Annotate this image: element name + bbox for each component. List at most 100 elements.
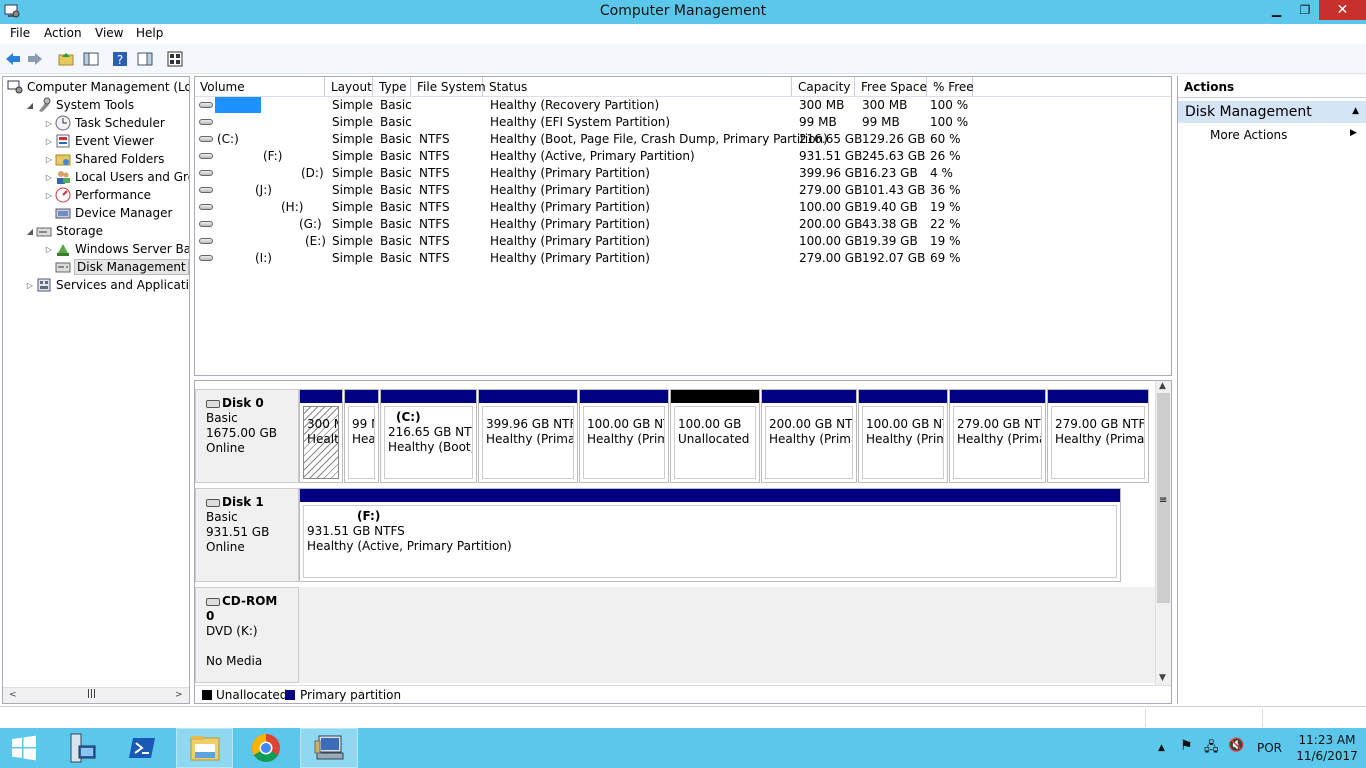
tree-item-storage[interactable]: ◢ Storage — [24, 222, 103, 240]
volume-row[interactable]: (H:) Simple Basic NTFS Healthy (Primary Part… — [195, 199, 1171, 216]
clock[interactable]: 11:23 AM 11/6/2017 — [1292, 732, 1362, 764]
forward-icon[interactable] — [26, 50, 44, 68]
menu-help[interactable]: Help — [136, 26, 163, 40]
taskbar-computer-management[interactable] — [300, 728, 358, 768]
column-volume[interactable]: Volume — [195, 77, 325, 96]
tree-item-computer-management-local[interactable]: Computer Management (Local — [5, 78, 189, 96]
partition-block[interactable]: 399.96 GB NTFSHealthy (Primary — [478, 389, 578, 483]
taskbar-chrome[interactable] — [237, 728, 295, 768]
partition-block[interactable]: 100.00 GB NTFHealthy (Prima — [579, 389, 669, 483]
show-hidden-icons-icon[interactable]: ▲ — [1158, 743, 1165, 753]
partition-block[interactable]: 300 MHealt — [299, 389, 343, 483]
close-button[interactable]: ✕ — [1319, 0, 1366, 20]
tree-item-performance[interactable]: ▷ Performance — [43, 186, 151, 204]
volume-row[interactable]: Simple Basic Healthy (Recovery Partition) 3… — [195, 97, 1171, 114]
tree-item-device-manager[interactable]: Device Manager — [43, 204, 172, 222]
disk-label[interactable]: CD-ROM 0 DVD (K:) No Media — [195, 587, 299, 683]
partition-block[interactable]: (F:) 931.51 GB NTFS Healthy (Active, Prima… — [299, 488, 1121, 582]
maximize-button[interactable]: ❐ — [1292, 0, 1318, 20]
partition-size: 216.65 GB NTFS — [388, 425, 472, 439]
collapsed-arrow-icon[interactable]: ▷ — [43, 191, 55, 200]
submenu-arrow-icon[interactable]: ▶ — [1350, 128, 1357, 138]
action-center-flag-icon[interactable]: ⚑ — [1180, 738, 1193, 754]
tree-item-event-viewer[interactable]: ▷ Event Viewer — [43, 132, 154, 150]
column-capacity[interactable]: Capacity — [793, 77, 855, 96]
menu-action[interactable]: Action — [44, 26, 82, 40]
column-status[interactable]: Status — [484, 77, 792, 96]
column-free-space[interactable]: Free Space — [856, 77, 927, 96]
volume-row[interactable]: (E:) Simple Basic NTFS Healthy (Primary Part… — [195, 233, 1171, 250]
tree-item-task-scheduler[interactable]: ▷ Task Scheduler — [43, 114, 165, 132]
up-folder-icon[interactable] — [57, 50, 75, 68]
network-icon[interactable]: 🖧 — [1204, 738, 1219, 760]
disk-view-vertical-scrollbar[interactable]: ▲ ≡ ▼ — [1155, 381, 1171, 687]
cell-volume: (D:) — [301, 166, 324, 180]
scroll-up-icon[interactable]: ▲ — [1159, 381, 1166, 391]
status-divider — [1145, 709, 1146, 727]
volume-row[interactable]: (D:) Simple Basic NTFS Healthy (Primary Part… — [195, 165, 1171, 182]
help-icon[interactable]: ? — [111, 50, 129, 68]
collapsed-arrow-icon[interactable]: ▷ — [43, 173, 55, 182]
properties-icon[interactable] — [166, 50, 184, 68]
show-hide-action-pane-icon[interactable] — [136, 50, 154, 68]
partition-block[interactable]: 100.00 GB Unallocated — [670, 389, 760, 483]
partition-block[interactable]: 279.00 GB NTFSHealthy (Primary — [1047, 389, 1149, 483]
volume-row[interactable]: (F:) Simple Basic NTFS Healthy (Active, Prim… — [195, 148, 1171, 165]
action-more-actions[interactable]: More Actions — [1210, 128, 1287, 142]
collapsed-arrow-icon[interactable]: ▷ — [24, 281, 36, 290]
tree-item-windows-server-backup[interactable]: ▷ Windows Server Backup — [43, 240, 189, 258]
computer-management-icon — [7, 80, 23, 94]
menu-file[interactable]: File — [10, 26, 30, 40]
taskbar-powershell[interactable] — [114, 728, 170, 768]
collapsed-arrow-icon[interactable]: ▷ — [43, 119, 55, 128]
partition-block[interactable]: 279.00 GB NTFSHealthy (Primar — [949, 389, 1046, 483]
scroll-thumb-grip-icon[interactable]: ||| — [87, 689, 96, 699]
volume-row[interactable]: (I:) Simple Basic NTFS Healthy (Primary Part… — [195, 250, 1171, 267]
partition-block[interactable]: 99 MHea — [344, 389, 379, 483]
collapsed-arrow-icon[interactable]: ▷ — [43, 137, 55, 146]
volume-row[interactable]: (G:) Simple Basic NTFS Healthy (Primary Part… — [195, 216, 1171, 233]
column-layout[interactable]: Layout — [326, 77, 373, 96]
scroll-down-icon[interactable]: ▼ — [1159, 673, 1166, 683]
volume-muted-icon[interactable]: 🔇 — [1228, 738, 1244, 753]
taskbar-server-manager[interactable] — [53, 728, 109, 768]
scroll-left-icon[interactable]: < — [9, 690, 17, 700]
tree-item-local-users-and-groups[interactable]: ▷ Local Users and Groups — [43, 168, 189, 186]
start-button[interactable] — [0, 728, 48, 768]
disk-label[interactable]: Disk 0 Basic 1675.00 GB Online — [195, 389, 299, 483]
column-percent-free[interactable]: % Free — [928, 77, 974, 96]
actions-section-disk-management[interactable]: Disk Management ▲ — [1178, 101, 1366, 123]
tree-item-system-tools[interactable]: ◢ System Tools — [24, 96, 134, 114]
menu-view[interactable]: View — [95, 26, 123, 40]
disk-row-disk-0: Disk 0Basic1675.00 GBOnline300 MHealt99 … — [195, 389, 1155, 483]
disk-name: Disk 0 — [222, 396, 264, 410]
taskbar-file-explorer[interactable] — [176, 728, 233, 768]
disk-type: Basic — [206, 510, 238, 524]
disk-label[interactable]: Disk 1 Basic 931.51 GB Online — [195, 488, 299, 582]
back-icon[interactable] — [4, 50, 22, 68]
volume-row[interactable]: (J:) Simple Basic NTFS Healthy (Primary Part… — [195, 182, 1171, 199]
partition-block[interactable]: 200.00 GB NTFSHealthy (Primar — [761, 389, 857, 483]
show-hide-console-tree-icon[interactable] — [82, 50, 100, 68]
collapse-up-icon[interactable]: ▲ — [1352, 106, 1359, 116]
collapsed-arrow-icon[interactable]: ▷ — [43, 245, 55, 254]
tree-horizontal-scrollbar[interactable]: < ||| > — [3, 687, 189, 703]
volume-row[interactable]: (C:) Simple Basic NTFS Healthy (Boot, Page F… — [195, 131, 1171, 148]
cell-capacity: 279.00 GB — [799, 251, 863, 265]
expanded-arrow-icon[interactable]: ◢ — [24, 227, 36, 236]
column-type[interactable]: Type — [374, 77, 411, 96]
partition-block[interactable]: 100.00 GB NTFHealthy (Prima — [858, 389, 948, 483]
volume-row[interactable]: Simple Basic Healthy (EFI System Partition… — [195, 114, 1171, 131]
input-language[interactable]: POR — [1257, 741, 1282, 755]
column-file-system[interactable]: File System — [412, 77, 486, 96]
tree-item-services-and-applications[interactable]: ▷ Services and Applications — [24, 276, 189, 294]
collapsed-arrow-icon[interactable]: ▷ — [43, 155, 55, 164]
cell-free-space: 19.39 GB — [862, 234, 918, 248]
scroll-right-icon[interactable]: > — [175, 690, 183, 700]
tree-item-shared-folders[interactable]: ▷ Shared Folders — [43, 150, 164, 168]
minimize-button[interactable]: ▁ — [1263, 0, 1290, 20]
expanded-arrow-icon[interactable]: ◢ — [24, 101, 36, 110]
partition-type-bar — [300, 489, 1120, 502]
tree-item-disk-management[interactable]: Disk Management — [43, 258, 189, 276]
partition-block[interactable]: (C:)216.65 GB NTFSHealthy (Boot, I — [380, 389, 477, 483]
